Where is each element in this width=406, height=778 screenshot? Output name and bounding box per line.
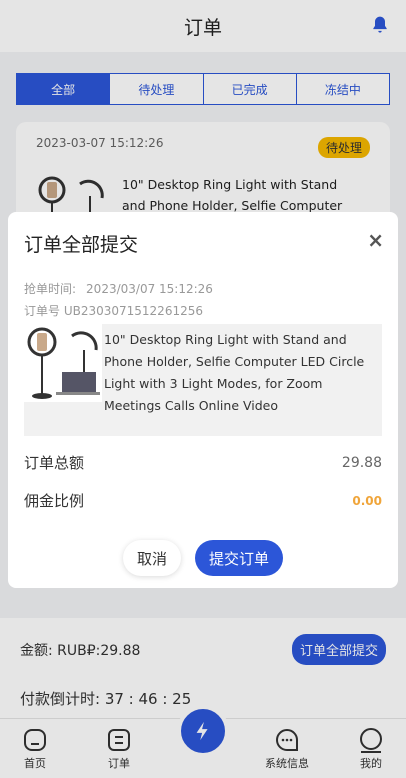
commission-label: 佣金比例 — [24, 492, 85, 510]
submit-order-modal: 订单全部提交 × 抢单时间: 2023/03/07 15:12:26 订单号 UB… — [8, 212, 398, 588]
total-row: 订单总额 29.88 — [24, 452, 382, 473]
product-box: 10" Desktop Ring Light with Stand and Ph… — [24, 324, 382, 436]
grab-time-label: 抢单时间: — [24, 282, 77, 296]
commission-value: 0.00 — [352, 493, 382, 508]
close-icon[interactable]: × — [367, 228, 384, 252]
total-value: 29.88 — [341, 454, 382, 471]
order-number: 订单号 UB2303071512261256 — [24, 304, 203, 318]
product-image — [24, 324, 102, 402]
total-label: 订单总额 — [24, 454, 85, 472]
cancel-button[interactable]: 取消 — [123, 540, 181, 576]
commission-row: 佣金比例 0.00 — [24, 490, 382, 511]
submit-order-button[interactable]: 提交订单 — [195, 540, 283, 576]
modal-title: 订单全部提交 — [24, 234, 139, 256]
product-description: 10" Desktop Ring Light with Stand and Ph… — [104, 332, 365, 413]
grab-time-row: 抢单时间: 2023/03/07 15:12:26 — [24, 280, 223, 297]
grab-time-value: 2023/03/07 15:12:26 — [86, 282, 213, 296]
